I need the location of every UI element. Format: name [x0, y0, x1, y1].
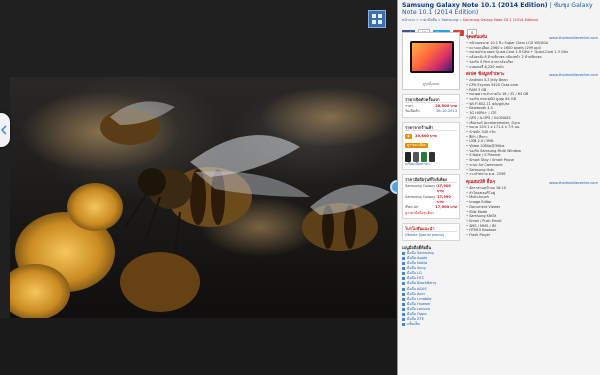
store-price: 20,800 บาท: [414, 134, 437, 139]
spec-list: อัตราส่วนหน้าจอ 16:10ลำโพงสเตอริโอคู่Mul…: [466, 186, 598, 238]
similar-item-name: Samsung Galaxy Tab 3: [405, 194, 437, 199]
phone-images: [405, 151, 457, 162]
left-column: ดูรูปทั้งหมด ราคาเปิดตัวครั้งแรก ราคา 20…: [402, 32, 460, 327]
chevron-left-icon: [1, 125, 7, 135]
webpage-panel: Samsung Galaxy Note 10.1 (2014 Edition) …: [397, 0, 600, 375]
spec-list: หน้าจอขนาด 10.1 นิ้ว Super Clear LCD WQX…: [466, 41, 598, 69]
launch-price-box: ราคาเปิดตัวครั้งแรก ราคา 20,500 บาท วันเ…: [402, 94, 460, 118]
brand-menu-label: แท็บเล็ต: [407, 322, 420, 327]
grid-view-button[interactable]: [368, 10, 386, 28]
site-url: www.thaimobilecenter.com: [549, 180, 598, 185]
similar-item[interactable]: Samsung Galaxy Tab 3 17,990 บาท: [405, 195, 457, 206]
grid-cell: [378, 14, 382, 18]
bullet-icon: [402, 313, 405, 317]
spec-item: แบตเตอรี่ 8,220 mAh: [466, 65, 598, 70]
bullet-icon: [402, 318, 405, 322]
bullet-icon: [402, 297, 405, 301]
thumbnail-caption[interactable]: ดูรูปทั้งหมด: [405, 82, 457, 86]
store-detail-button[interactable]: ดูรายละเอียด: [405, 142, 429, 148]
grid-cell: [378, 20, 382, 24]
promo-box[interactable]: โปรโมชั่นแนะนำ (Mobile Special promo): [402, 222, 460, 241]
phone-icon: [413, 151, 419, 162]
breadcrumb-current: Samsung Galaxy Note 10.1 (2014 Edition): [462, 18, 539, 23]
breadcrumb-item[interactable]: Samsung: [441, 18, 458, 22]
similar-item-name: Samsung Galaxy Note 10.1: [405, 183, 437, 188]
store-logo-icon[interactable]: ◉: [405, 133, 412, 139]
bullet-icon: [402, 323, 405, 327]
bullet-icon: [402, 282, 405, 286]
breadcrumb-item[interactable]: หน้าแรก: [402, 18, 415, 22]
breadcrumb-item[interactable]: ราคามือถือ: [420, 18, 437, 22]
similar-item[interactable]: Samsung Galaxy Note 10.1 17,900 บาท: [405, 184, 457, 195]
launch-date: 06-10-2013: [436, 109, 457, 114]
bullet-icon: [402, 287, 405, 291]
tablet-image: [410, 41, 454, 73]
bullet-icon: [402, 267, 405, 271]
brand-menu-item[interactable]: แท็บเล็ต: [402, 322, 460, 327]
brand-menu: มือถือ Samsung มือถือ Apple มือถือ Nokia มื…: [402, 251, 460, 327]
similar-price-heading: ราคามือถือรุ่นที่ใกล้เคียง: [405, 177, 457, 183]
page-body: ดูรูปทั้งหมด ราคาเปิดตัวครั้งแรก ราคา 20…: [402, 32, 598, 375]
more-models-link[interactable]: ดูราคามือถือรุ่นอื่นๆ: [405, 211, 457, 216]
site-url: www.thaimobilecenter.com: [549, 73, 598, 78]
spec-item: Flash Player: [466, 233, 598, 238]
launch-price-heading: ราคาเปิดตัวครั้งแรก: [405, 97, 457, 103]
bullet-icon: [402, 307, 405, 311]
bullet-icon: [402, 272, 405, 276]
product-thumbnail[interactable]: ดูรูปทั้งหมด: [402, 32, 460, 90]
grid-view-icon: [372, 14, 376, 18]
bullet-icon: [402, 277, 405, 281]
store-price-heading: ราคาจากร้านค้า: [405, 125, 457, 131]
phone-icon: [405, 151, 411, 162]
honeybee-photo-art: [10, 87, 396, 318]
grid-cell: [372, 20, 376, 24]
promo-subtitle: (Mobile Special promo): [405, 232, 445, 237]
store-button-row: ดูรายละเอียด: [405, 141, 457, 150]
bullet-icon: [402, 256, 405, 260]
viewer-footer: [0, 318, 397, 375]
image-viewer: [0, 0, 397, 375]
page-title-main: Samsung Galaxy Note 10.1 (2014 Edition): [402, 2, 548, 9]
bullet-icon: [402, 302, 405, 306]
site-url: www.thaimobilecenter.com: [549, 36, 598, 40]
honeybee-photo: [10, 77, 396, 318]
store-row: ◉ 20,800 บาท: [405, 132, 457, 141]
spec-item: วางจำหน่าย ต.ค. 2556: [466, 172, 598, 177]
spec-list: Android 4.3 Jelly BeanCPU Exynos 5420 Oc…: [466, 78, 598, 177]
similar-item-price: 17,900 บาท: [437, 183, 451, 194]
phone-icon: [429, 151, 435, 162]
breadcrumb: หน้าแรก » ราคามือถือ » Samsung » Samsung…: [402, 18, 539, 23]
date-label: วันเปิดตัว: [405, 109, 420, 114]
similar-item-price: 17,990 บาท: [437, 194, 451, 205]
bullet-icon: [402, 292, 405, 296]
bullet-icon: [402, 262, 405, 266]
similar-price-box: ราคามือถือรุ่นที่ใกล้เคียง Samsung Galax…: [402, 173, 460, 219]
screen: Samsung Galaxy Note 10.1 (2014 Edition) …: [0, 0, 600, 375]
prev-image-button[interactable]: [0, 113, 10, 147]
compare-price-link[interactable]: เปรียบเทียบราคา: [405, 162, 457, 167]
right-column: จุดเด่นเด่นwww.thaimobilecenter.comหน้าจ…: [466, 32, 598, 238]
similar-item-price: 17,900 บาท: [435, 205, 457, 210]
tablet-screen: [412, 43, 452, 71]
page-title: Samsung Galaxy Note 10.1 (2014 Edition) …: [402, 2, 593, 17]
promo-heading: โปรโมชั่นแนะนำ: [405, 226, 457, 232]
phone-icon: [421, 151, 427, 162]
date-row: วันเปิดตัว 06-10-2013: [405, 109, 457, 114]
store-price-box: ราคาจากร้านค้า ◉ 20,800 บาท ดูรายละเอียด: [402, 121, 460, 170]
bullet-icon: [402, 251, 405, 255]
